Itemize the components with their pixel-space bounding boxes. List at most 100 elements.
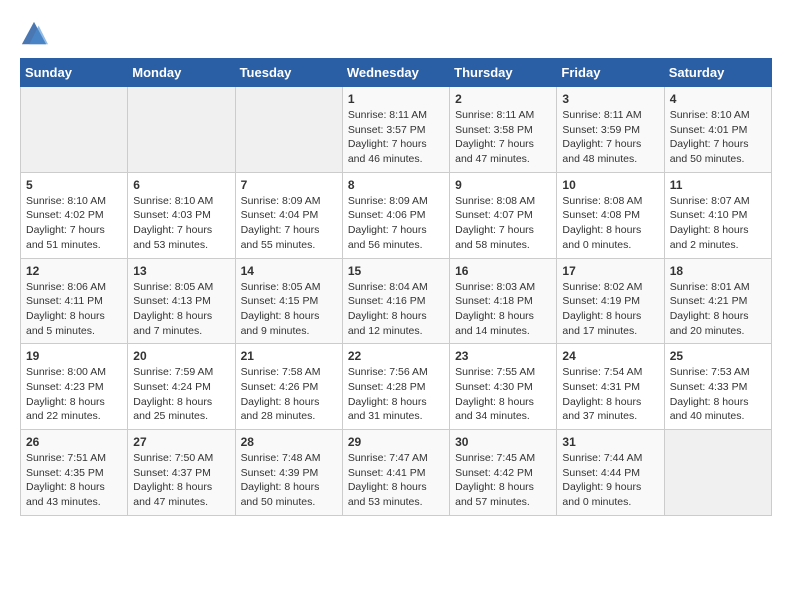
- cell-content: Sunrise: 8:04 AMSunset: 4:16 PMDaylight:…: [348, 280, 444, 339]
- cell-content: Sunrise: 8:06 AMSunset: 4:11 PMDaylight:…: [26, 280, 122, 339]
- cell-content: Sunrise: 7:58 AMSunset: 4:26 PMDaylight:…: [241, 365, 337, 424]
- header-day-friday: Friday: [557, 59, 664, 87]
- day-number: 17: [562, 264, 658, 278]
- day-number: 13: [133, 264, 229, 278]
- calendar-cell: 30 Sunrise: 7:45 AMSunset: 4:42 PMDayligh…: [450, 430, 557, 516]
- cell-content: Sunrise: 8:07 AMSunset: 4:10 PMDaylight:…: [670, 194, 766, 253]
- calendar-cell: 2 Sunrise: 8:11 AMSunset: 3:58 PMDaylight…: [450, 87, 557, 173]
- header-day-thursday: Thursday: [450, 59, 557, 87]
- week-row-1: 1 Sunrise: 8:11 AMSunset: 3:57 PMDaylight…: [21, 87, 772, 173]
- day-number: 30: [455, 435, 551, 449]
- cell-content: Sunrise: 8:08 AMSunset: 4:07 PMDaylight:…: [455, 194, 551, 253]
- cell-content: Sunrise: 7:55 AMSunset: 4:30 PMDaylight:…: [455, 365, 551, 424]
- calendar-cell: [664, 430, 771, 516]
- calendar-cell: 12Sunrise: 8:06 AMSunset: 4:11 PMDayligh…: [21, 258, 128, 344]
- cell-content: Sunrise: 8:09 AMSunset: 4:04 PMDaylight:…: [241, 194, 337, 253]
- calendar-cell: 8 Sunrise: 8:09 AMSunset: 4:06 PMDaylight…: [342, 172, 449, 258]
- day-number: 9: [455, 178, 551, 192]
- day-number: 19: [26, 349, 122, 363]
- cell-content: Sunrise: 7:51 AMSunset: 4:35 PMDaylight:…: [26, 451, 122, 510]
- calendar-cell: 3 Sunrise: 8:11 AMSunset: 3:59 PMDaylight…: [557, 87, 664, 173]
- calendar-cell: 13 Sunrise: 8:05 AMSunset: 4:13 PMDayligh…: [128, 258, 235, 344]
- calendar-cell: 25 Sunrise: 7:53 AMSunset: 4:33 PMDayligh…: [664, 344, 771, 430]
- calendar-cell: 1 Sunrise: 8:11 AMSunset: 3:57 PMDaylight…: [342, 87, 449, 173]
- cell-content: Sunrise: 8:11 AMSunset: 3:58 PMDaylight:…: [455, 108, 551, 167]
- day-number: 26: [26, 435, 122, 449]
- cell-content: Sunrise: 7:47 AMSunset: 4:41 PMDaylight:…: [348, 451, 444, 510]
- calendar-cell: [128, 87, 235, 173]
- cell-content: Sunrise: 8:11 AMSunset: 3:57 PMDaylight:…: [348, 108, 444, 167]
- header-day-saturday: Saturday: [664, 59, 771, 87]
- day-number: 8: [348, 178, 444, 192]
- cell-content: Sunrise: 8:09 AMSunset: 4:06 PMDaylight:…: [348, 194, 444, 253]
- day-number: 25: [670, 349, 766, 363]
- cell-content: Sunrise: 8:03 AMSunset: 4:18 PMDaylight:…: [455, 280, 551, 339]
- cell-content: Sunrise: 8:05 AMSunset: 4:15 PMDaylight:…: [241, 280, 337, 339]
- logo: [20, 20, 52, 48]
- calendar-cell: 24Sunrise: 7:54 AMSunset: 4:31 PMDayligh…: [557, 344, 664, 430]
- calendar-cell: 23 Sunrise: 7:55 AMSunset: 4:30 PMDayligh…: [450, 344, 557, 430]
- calendar-table: SundayMondayTuesdayWednesdayThursdayFrid…: [20, 58, 772, 516]
- day-number: 7: [241, 178, 337, 192]
- header-day-tuesday: Tuesday: [235, 59, 342, 87]
- day-number: 28: [241, 435, 337, 449]
- calendar-cell: 17Sunrise: 8:02 AMSunset: 4:19 PMDayligh…: [557, 258, 664, 344]
- calendar-cell: 11 Sunrise: 8:07 AMSunset: 4:10 PMDayligh…: [664, 172, 771, 258]
- day-number: 22: [348, 349, 444, 363]
- day-number: 6: [133, 178, 229, 192]
- calendar-cell: 27Sunrise: 7:50 AMSunset: 4:37 PMDayligh…: [128, 430, 235, 516]
- header-day-sunday: Sunday: [21, 59, 128, 87]
- cell-content: Sunrise: 7:53 AMSunset: 4:33 PMDaylight:…: [670, 365, 766, 424]
- week-row-3: 12Sunrise: 8:06 AMSunset: 4:11 PMDayligh…: [21, 258, 772, 344]
- day-number: 29: [348, 435, 444, 449]
- calendar-cell: 10Sunrise: 8:08 AMSunset: 4:08 PMDayligh…: [557, 172, 664, 258]
- day-number: 3: [562, 92, 658, 106]
- day-number: 11: [670, 178, 766, 192]
- day-number: 5: [26, 178, 122, 192]
- cell-content: Sunrise: 8:11 AMSunset: 3:59 PMDaylight:…: [562, 108, 658, 167]
- day-number: 16: [455, 264, 551, 278]
- calendar-cell: 9 Sunrise: 8:08 AMSunset: 4:07 PMDaylight…: [450, 172, 557, 258]
- calendar-body: 1 Sunrise: 8:11 AMSunset: 3:57 PMDaylight…: [21, 87, 772, 516]
- calendar-cell: 6 Sunrise: 8:10 AMSunset: 4:03 PMDaylight…: [128, 172, 235, 258]
- day-number: 10: [562, 178, 658, 192]
- cell-content: Sunrise: 7:56 AMSunset: 4:28 PMDaylight:…: [348, 365, 444, 424]
- calendar-cell: 4Sunrise: 8:10 AMSunset: 4:01 PMDaylight…: [664, 87, 771, 173]
- calendar-cell: 19 Sunrise: 8:00 AMSunset: 4:23 PMDayligh…: [21, 344, 128, 430]
- day-number: 18: [670, 264, 766, 278]
- cell-content: Sunrise: 8:10 AMSunset: 4:02 PMDaylight:…: [26, 194, 122, 253]
- calendar-cell: 21 Sunrise: 7:58 AMSunset: 4:26 PMDayligh…: [235, 344, 342, 430]
- calendar-cell: 14 Sunrise: 8:05 AMSunset: 4:15 PMDayligh…: [235, 258, 342, 344]
- logo-icon: [20, 20, 48, 48]
- header-day-monday: Monday: [128, 59, 235, 87]
- day-number: 1: [348, 92, 444, 106]
- cell-content: Sunrise: 7:59 AMSunset: 4:24 PMDaylight:…: [133, 365, 229, 424]
- calendar-cell: [21, 87, 128, 173]
- cell-content: Sunrise: 7:44 AMSunset: 4:44 PMDaylight:…: [562, 451, 658, 510]
- calendar-cell: 20 Sunrise: 7:59 AMSunset: 4:24 PMDayligh…: [128, 344, 235, 430]
- day-number: 15: [348, 264, 444, 278]
- cell-content: Sunrise: 7:48 AMSunset: 4:39 PMDaylight:…: [241, 451, 337, 510]
- cell-content: Sunrise: 8:10 AMSunset: 4:03 PMDaylight:…: [133, 194, 229, 253]
- calendar-cell: 7 Sunrise: 8:09 AMSunset: 4:04 PMDaylight…: [235, 172, 342, 258]
- calendar-cell: 5 Sunrise: 8:10 AMSunset: 4:02 PMDaylight…: [21, 172, 128, 258]
- day-number: 21: [241, 349, 337, 363]
- cell-content: Sunrise: 8:01 AMSunset: 4:21 PMDaylight:…: [670, 280, 766, 339]
- week-row-4: 19 Sunrise: 8:00 AMSunset: 4:23 PMDayligh…: [21, 344, 772, 430]
- day-number: 14: [241, 264, 337, 278]
- calendar-cell: 16 Sunrise: 8:03 AMSunset: 4:18 PMDayligh…: [450, 258, 557, 344]
- day-number: 2: [455, 92, 551, 106]
- calendar-cell: 18 Sunrise: 8:01 AMSunset: 4:21 PMDayligh…: [664, 258, 771, 344]
- cell-content: Sunrise: 7:45 AMSunset: 4:42 PMDaylight:…: [455, 451, 551, 510]
- calendar-cell: 15 Sunrise: 8:04 AMSunset: 4:16 PMDayligh…: [342, 258, 449, 344]
- calendar-cell: [235, 87, 342, 173]
- cell-content: Sunrise: 8:00 AMSunset: 4:23 PMDaylight:…: [26, 365, 122, 424]
- header-day-wednesday: Wednesday: [342, 59, 449, 87]
- day-number: 31: [562, 435, 658, 449]
- day-number: 20: [133, 349, 229, 363]
- cell-content: Sunrise: 8:05 AMSunset: 4:13 PMDaylight:…: [133, 280, 229, 339]
- week-row-2: 5 Sunrise: 8:10 AMSunset: 4:02 PMDaylight…: [21, 172, 772, 258]
- day-number: 23: [455, 349, 551, 363]
- calendar-header: SundayMondayTuesdayWednesdayThursdayFrid…: [21, 59, 772, 87]
- cell-content: Sunrise: 7:50 AMSunset: 4:37 PMDaylight:…: [133, 451, 229, 510]
